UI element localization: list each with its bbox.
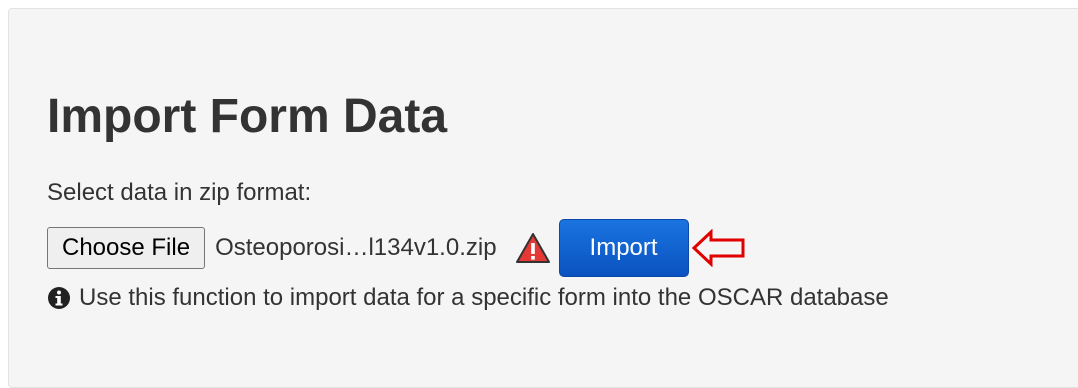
select-data-label: Select data in zip format: (47, 179, 312, 206)
import-form-panel: Import Form Data Select data in zip form… (8, 8, 1078, 388)
arrow-left-icon (691, 228, 747, 268)
info-circle-icon (47, 286, 71, 310)
import-button[interactable]: Import (558, 219, 689, 277)
file-input-row: Choose File Osteoporosi…l134v1.0.zip Imp… (47, 219, 747, 277)
choose-file-button[interactable]: Choose File (47, 227, 206, 269)
help-text: Use this function to import data for a s… (79, 284, 889, 311)
selected-file-name: Osteoporosi…l134v1.0.zip (215, 234, 497, 261)
warning-icon (515, 232, 551, 264)
help-text-row: Use this function to import data for a s… (47, 282, 889, 314)
page-title: Import Form Data (47, 90, 448, 143)
